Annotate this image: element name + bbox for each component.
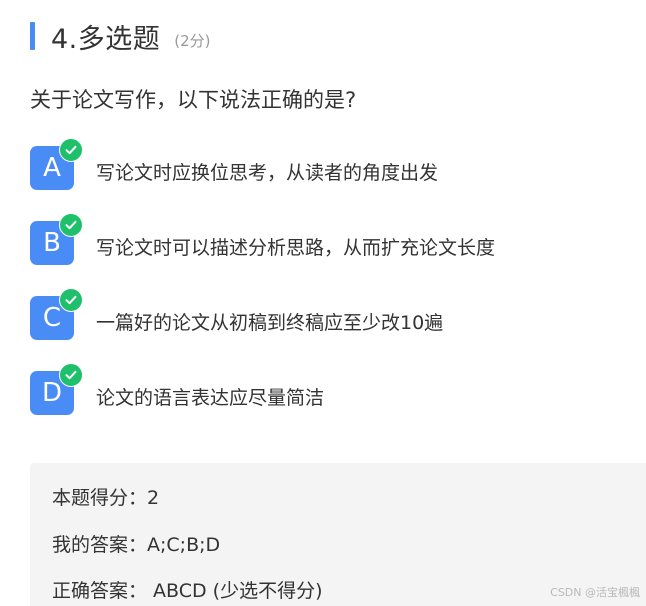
question-score: 本题得分：2 (52, 487, 160, 509)
option-letter-badge[interactable]: B (30, 213, 83, 265)
option-letter-badge[interactable]: A (30, 138, 83, 190)
question-header: 4.多选题 (2分) (30, 16, 211, 56)
question-points: (2分) (174, 31, 211, 50)
accent-bar (30, 22, 35, 50)
option-letter-badge[interactable]: D (30, 363, 83, 415)
option-letter: A (43, 153, 61, 183)
question-number-type: 4.多选题 (51, 23, 161, 55)
option-d[interactable]: D 论文的语言表达应尽量简洁 (30, 363, 495, 446)
option-list: A 写论文时应换位思考，从读者的角度出发 B 写论文时可以描述分析思路，从而扩充… (30, 138, 496, 446)
check-circle-icon (59, 213, 83, 237)
option-c[interactable]: C 一篇好的论文从初稿到终稿应至少改10遍 (30, 288, 495, 371)
option-text: 写论文时可以描述分析思路，从而扩充论文长度 (96, 237, 496, 259)
option-text: 论文的语言表达应尽量简洁 (96, 387, 325, 409)
correct-answer: 正确答案： ABCD (少选不得分) (52, 580, 323, 602)
my-answer: 我的答案：A;C;B;D (52, 534, 221, 556)
option-a[interactable]: A 写论文时应换位思考，从读者的角度出发 (30, 138, 495, 221)
question-text: 关于论文写作，以下说法正确的是? (30, 88, 357, 112)
option-letter-badge[interactable]: C (30, 288, 83, 340)
check-circle-icon (59, 138, 83, 162)
option-letter: C (42, 303, 62, 333)
option-letter: D (41, 378, 63, 408)
option-text: 写论文时应换位思考，从读者的角度出发 (96, 162, 439, 184)
watermark: CSDN @活宝楓楓 (550, 586, 640, 599)
option-b[interactable]: B 写论文时可以描述分析思路，从而扩充论文长度 (30, 213, 496, 296)
option-text: 一篇好的论文从初稿到终稿应至少改10遍 (96, 312, 444, 334)
option-letter: B (43, 228, 61, 258)
check-circle-icon (59, 363, 83, 387)
check-circle-icon (59, 288, 83, 312)
